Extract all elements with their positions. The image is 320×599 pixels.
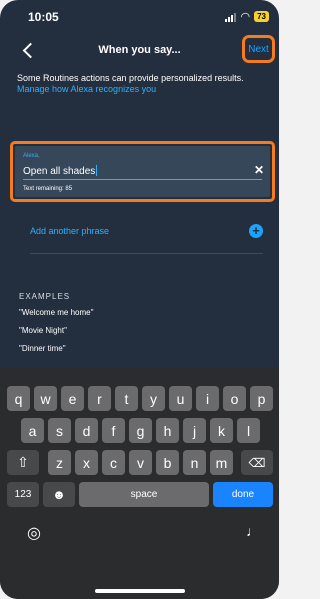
key-r[interactable]: r xyxy=(88,386,111,411)
info-text-block: Some Routines actions can provide person… xyxy=(17,73,265,95)
key-n[interactable]: n xyxy=(183,450,206,475)
delete-key[interactable]: ⌫ xyxy=(241,450,273,475)
microphone-icon[interactable]: ♩ xyxy=(246,523,260,539)
nav-bar: When you say... Next xyxy=(0,35,279,64)
examples-section: EXAMPLES "Welcome me home" "Movie Night"… xyxy=(19,292,93,362)
wifi-icon: ◠ xyxy=(240,10,251,23)
key-z[interactable]: z xyxy=(48,450,71,475)
key-w[interactable]: w xyxy=(34,386,57,411)
shift-key[interactable]: ⇧ xyxy=(7,450,39,475)
key-t[interactable]: t xyxy=(115,386,138,411)
add-plus-icon[interactable]: + xyxy=(249,224,263,238)
next-button[interactable]: Next xyxy=(242,35,275,63)
home-indicator xyxy=(95,589,185,593)
page-title: When you say... xyxy=(98,44,181,56)
shift-icon: ⇧ xyxy=(17,454,29,470)
example-item: "Movie Night" xyxy=(19,326,67,335)
clear-icon[interactable]: ✕ xyxy=(254,163,264,177)
key-v[interactable]: v xyxy=(129,450,152,475)
info-text: Some Routines actions can provide person… xyxy=(17,73,244,83)
key-c[interactable]: c xyxy=(102,450,125,475)
status-time: 10:05 xyxy=(28,10,59,24)
manage-recognition-link[interactable]: Manage how Alexa recognizes you xyxy=(17,84,265,95)
phone-screen: 10:05 ◠ 73 When you say... Next Some Rou… xyxy=(0,0,279,599)
input-underline xyxy=(23,179,262,180)
emoji-key[interactable]: ☻ xyxy=(43,482,75,507)
battery-icon: 73 xyxy=(254,11,269,22)
key-u[interactable]: u xyxy=(169,386,192,411)
key-y[interactable]: y xyxy=(142,386,165,411)
backspace-icon: ⌫ xyxy=(248,455,266,470)
key-s[interactable]: s xyxy=(48,418,71,443)
text-remaining: Text remaining: 85 xyxy=(23,186,73,192)
done-key[interactable]: done xyxy=(213,482,273,507)
key-l[interactable]: l xyxy=(237,418,260,443)
key-j[interactable]: j xyxy=(183,418,206,443)
signal-icon xyxy=(225,12,237,22)
key-p[interactable]: p xyxy=(250,386,273,411)
key-x[interactable]: x xyxy=(75,450,98,475)
key-b[interactable]: b xyxy=(156,450,179,475)
example-item: "Dinner time" xyxy=(19,344,66,353)
phrase-input-highlight: Alexa, Open all shades ✕ Text remaining:… xyxy=(10,141,275,202)
key-g[interactable]: g xyxy=(129,418,152,443)
space-key[interactable]: space xyxy=(79,482,209,507)
keyboard: q w e r t y u i o p a s d f g h j k l ⇧ … xyxy=(0,367,279,599)
status-bar: 10:05 ◠ 73 xyxy=(0,10,279,26)
key-i[interactable]: i xyxy=(196,386,219,411)
text-caret xyxy=(96,165,98,176)
key-e[interactable]: e xyxy=(61,386,84,411)
input-label: Alexa, xyxy=(23,153,40,159)
key-o[interactable]: o xyxy=(223,386,246,411)
key-q[interactable]: q xyxy=(7,386,30,411)
emoji-icon: ☻ xyxy=(52,487,66,502)
key-f[interactable]: f xyxy=(102,418,125,443)
key-m[interactable]: m xyxy=(210,450,233,475)
phrase-input-value: Open all shades xyxy=(23,166,96,177)
phrase-input[interactable]: Open all shades xyxy=(23,165,98,177)
examples-heading: EXAMPLES xyxy=(19,292,71,301)
key-d[interactable]: d xyxy=(75,418,98,443)
numbers-key[interactable]: 123 xyxy=(7,482,39,507)
globe-icon[interactable]: ◎ xyxy=(27,523,41,543)
divider xyxy=(30,253,263,254)
phrase-input-field[interactable]: Alexa, Open all shades ✕ Text remaining:… xyxy=(15,146,270,197)
key-a[interactable]: a xyxy=(21,418,44,443)
add-phrase-label: Add another phrase xyxy=(30,226,110,236)
key-h[interactable]: h xyxy=(156,418,179,443)
add-phrase-row[interactable]: Add another phrase + xyxy=(30,224,263,240)
key-k[interactable]: k xyxy=(210,418,233,443)
status-icons: ◠ 73 xyxy=(225,11,269,22)
example-item: "Welcome me home" xyxy=(19,308,94,317)
